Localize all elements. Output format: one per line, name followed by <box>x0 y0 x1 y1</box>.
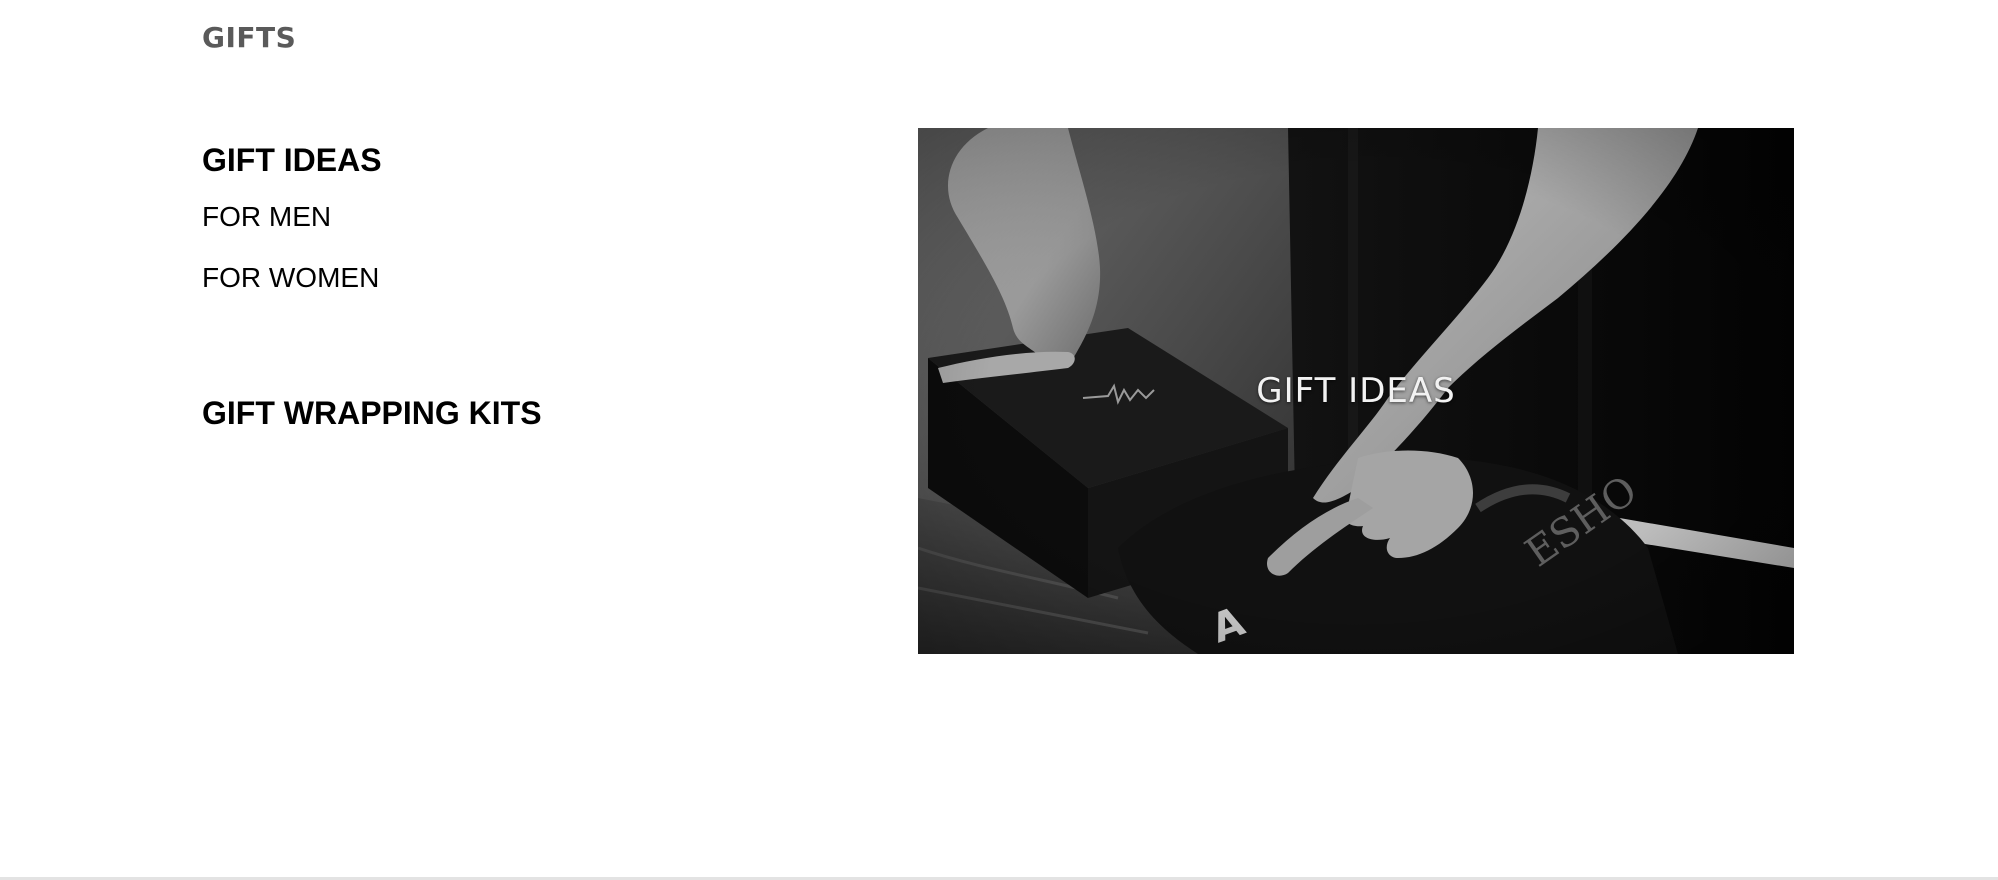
for-women-link[interactable]: FOR WOMEN <box>202 259 722 297</box>
page: GIFTS GIFT IDEAS FOR MEN FOR WOMEN GIFT … <box>0 0 1998 880</box>
gift-ideas-link[interactable]: GIFT IDEAS <box>202 138 722 182</box>
promo-label: GIFT IDEAS <box>1256 371 1456 411</box>
menu-group-gift-ideas: GIFT IDEAS FOR MEN FOR WOMEN <box>202 138 722 297</box>
gift-ideas-promo-card[interactable]: ESHO A GIFT IDEAS <box>918 128 1794 654</box>
menu-group-gift-wrapping: GIFT WRAPPING KITS <box>202 391 722 435</box>
gift-wrapping-kits-link[interactable]: GIFT WRAPPING KITS <box>202 391 722 435</box>
section-title: GIFTS <box>202 21 297 54</box>
for-men-link[interactable]: FOR MEN <box>202 198 722 236</box>
gifts-menu: GIFT IDEAS FOR MEN FOR WOMEN GIFT WRAPPI… <box>202 138 722 435</box>
